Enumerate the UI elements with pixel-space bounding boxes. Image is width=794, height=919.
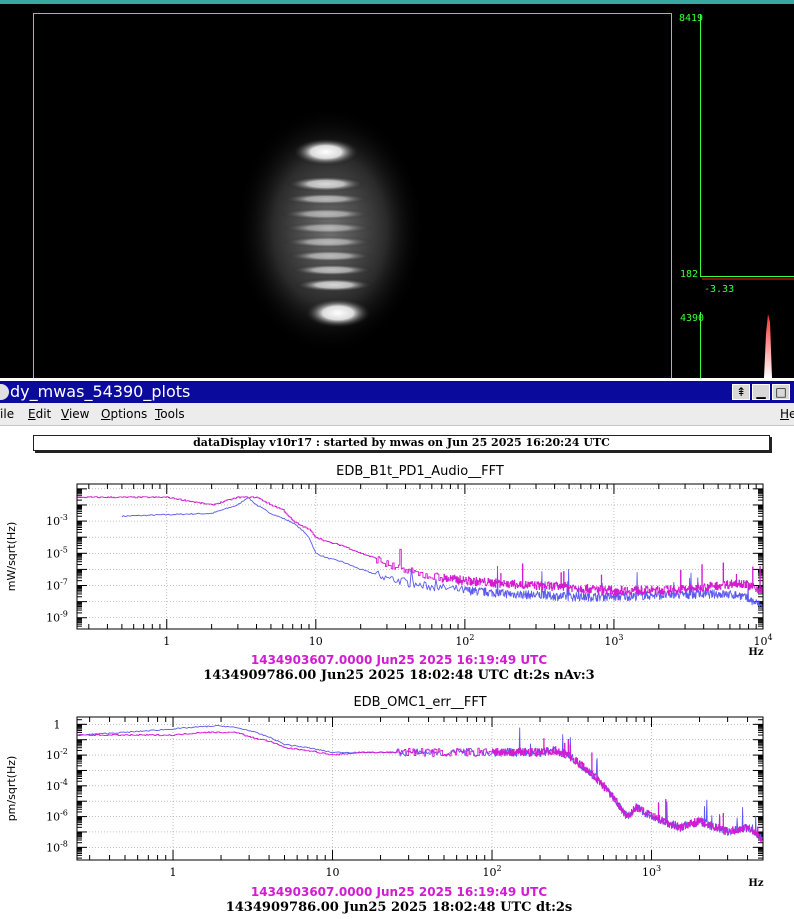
y-axis-label: pm/sqrt(Hz): [5, 756, 18, 822]
y-tick-label: 10-8: [46, 839, 68, 854]
y-tick-label: 10-2: [46, 747, 68, 762]
x-axis-unit: Hz: [748, 878, 763, 889]
plot-pd1-audio-fft[interactable]: 1 10 102 103 104 10-3 10-5 10-7 10-9 EDB_B1t_PD1_…: [5, 464, 773, 683]
camera-image-svg: [33, 13, 794, 378]
histogram-peak: [764, 314, 772, 378]
plot-omc1-err-fft[interactable]: 1 10 102 103 1 10-2 10-4 10-6 10-8 EDB_OMC1_err__…: [5, 695, 764, 915]
x-tick-label: 103: [642, 864, 661, 879]
x-axis-unit: Hz: [748, 647, 763, 658]
y-tick-label: 10-4: [46, 778, 68, 793]
x-tick-label: 10: [309, 635, 323, 648]
plots-canvas: 1 10 102 103 104 10-3 10-5 10-7 10-9 EDB_B1t_PD1_…: [5, 464, 773, 915]
x-tick-label: 103: [604, 633, 623, 648]
current-trace-label: 1434909786.00 Jun25 2025 18:02:48 UTC dt…: [203, 668, 594, 683]
x-tick-label: 10: [326, 866, 340, 879]
reference-trace-label: 1434903607.0000 Jun25 2025 16:19:49 UTC: [251, 885, 547, 899]
x-tick-label: 102: [455, 633, 474, 648]
x-tick-label: 102: [482, 864, 501, 879]
y-tick-label: 1: [54, 718, 61, 731]
current-trace-label: 1434909786.00 Jun25 2025 18:02:48 UTC dt…: [226, 900, 573, 915]
y-tick-label: 10-9: [46, 610, 68, 625]
readout-negative: -3.33: [704, 284, 735, 295]
plot-title: EDB_OMC1_err__FFT: [353, 695, 486, 710]
camera-image-view: 8419 182 -3.33 4390: [0, 4, 794, 378]
y-tick-label: 10-6: [46, 809, 68, 824]
plot-area: [77, 484, 763, 629]
plot-area: [77, 717, 763, 860]
readout-max: 8419: [679, 13, 704, 24]
y-tick-label: 10-5: [46, 545, 68, 560]
x-tick-label: 1: [163, 635, 170, 648]
y-tick-label: 10-3: [46, 513, 68, 528]
x-tick-label: 1: [170, 866, 177, 879]
reference-trace-label: 1434903607.0000 Jun25 2025 16:19:49 UTC: [251, 653, 547, 667]
y-tick-label: 10-7: [46, 578, 68, 593]
readout-mid: 182: [680, 269, 699, 280]
y-axis-label: mW/sqrt(Hz): [5, 522, 18, 591]
readout-lower: 4390: [680, 313, 705, 324]
x-tick-label: 104: [753, 633, 772, 648]
plot-title: EDB_B1t_PD1_Audio__FFT: [336, 464, 504, 479]
